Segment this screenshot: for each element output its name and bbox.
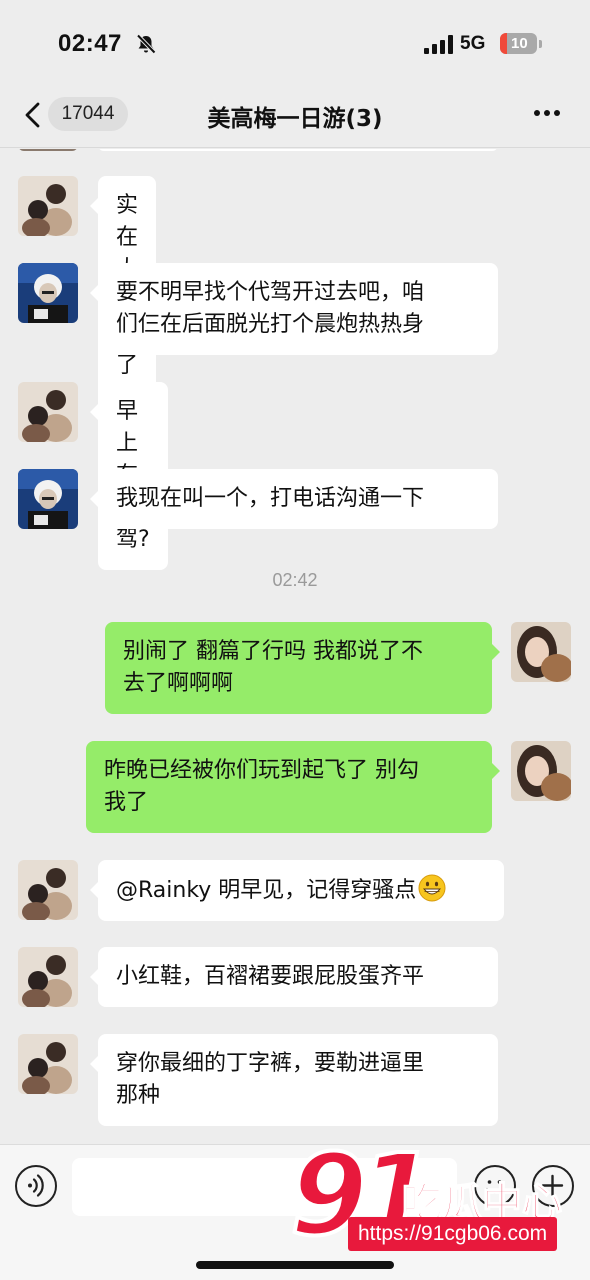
avatar-friend-a[interactable] xyxy=(18,176,78,236)
chat-title: 美高梅一日游(3) xyxy=(207,106,383,132)
message-text-line: 小红鞋，百褶裙要跟屁股蛋齐平 xyxy=(116,964,425,989)
message-text-line: 昨晚已经被你们玩到起飞了 别勾 xyxy=(104,758,419,783)
message-text-line: 穿你最细的丁字裤，要勒进逼里 xyxy=(116,1051,425,1076)
avatar-friend-b[interactable] xyxy=(18,469,78,529)
message-list[interactable]: 实在太极品了 要不明早找个代驾开过去吧，咱 们仨在后面脱光打个晨炮热热身 早上有… xyxy=(0,149,590,1144)
avatar-friend-a[interactable] xyxy=(18,382,78,442)
mute-bell-icon xyxy=(136,34,156,54)
message-bubble[interactable]: 穿你最细的丁字裤，要勒进逼里 那种 xyxy=(90,1034,498,1126)
network-type: 5G xyxy=(460,33,486,54)
avatar-me[interactable] xyxy=(511,622,571,682)
status-time: 02:47 xyxy=(58,30,122,57)
message-text-line: 我现在叫一个，打电话沟通一下 xyxy=(116,486,425,511)
message-text-line: 那种 xyxy=(116,1083,161,1108)
message-text-line: @Rainky 明早见，记得穿骚点 xyxy=(116,878,417,903)
avatar-friend-a[interactable] xyxy=(18,1034,78,1094)
chat-header: 17044 美高梅一日游(3) xyxy=(0,90,590,148)
previous-message-bubble xyxy=(98,149,498,151)
battery-level: 10 xyxy=(511,35,528,52)
message-text-line: 别闹了 翻篇了行吗 我都说了不 xyxy=(123,639,423,664)
voice-icon[interactable] xyxy=(15,1165,57,1207)
message-bubble[interactable]: 要不明早找个代驾开过去吧，咱 们仨在后面脱光打个晨炮热热身 xyxy=(90,263,498,355)
signal-icon xyxy=(424,34,454,54)
message-timestamp: 02:42 xyxy=(272,570,318,590)
avatar-friend-a[interactable] xyxy=(18,860,78,920)
previous-message-avatar xyxy=(18,149,78,151)
battery-cap xyxy=(539,40,542,48)
message-bubble[interactable]: 小红鞋，百褶裙要跟屁股蛋齐平 xyxy=(90,947,498,1007)
message-bubble[interactable]: @Rainky 明早见，记得穿骚点 xyxy=(90,860,504,921)
message-bubble[interactable]: 我现在叫一个，打电话沟通一下 xyxy=(90,469,498,529)
message-text-line: 去了啊啊啊 xyxy=(123,671,234,696)
more-icon[interactable] xyxy=(532,110,562,120)
grinning-emoji-icon xyxy=(418,874,446,902)
site-watermark: 91 吃瓜中心 https://91cgb06.com xyxy=(288,1138,590,1280)
message-text-line: 要不明早找个代驾开过去吧，咱 xyxy=(116,280,425,305)
status-bar: 02:47 5G 10 xyxy=(0,0,590,90)
watermark-url: https://91cgb06.com xyxy=(348,1217,558,1251)
unread-count-badge[interactable]: 17044 xyxy=(48,97,128,131)
message-bubble[interactable]: 别闹了 翻篇了行吗 我都说了不 去了啊啊啊 xyxy=(105,622,500,714)
message-bubble[interactable]: 昨晚已经被你们玩到起飞了 别勾 我了 xyxy=(86,741,500,833)
avatar-friend-a[interactable] xyxy=(18,947,78,1007)
message-text-line: 们仨在后面脱光打个晨炮热热身 xyxy=(116,312,425,337)
back-chevron-icon[interactable] xyxy=(22,100,44,130)
avatar-me[interactable] xyxy=(511,741,571,801)
battery-indicator: 10 xyxy=(500,33,537,54)
avatar-friend-b[interactable] xyxy=(18,263,78,323)
message-text-line: 我了 xyxy=(104,790,149,815)
